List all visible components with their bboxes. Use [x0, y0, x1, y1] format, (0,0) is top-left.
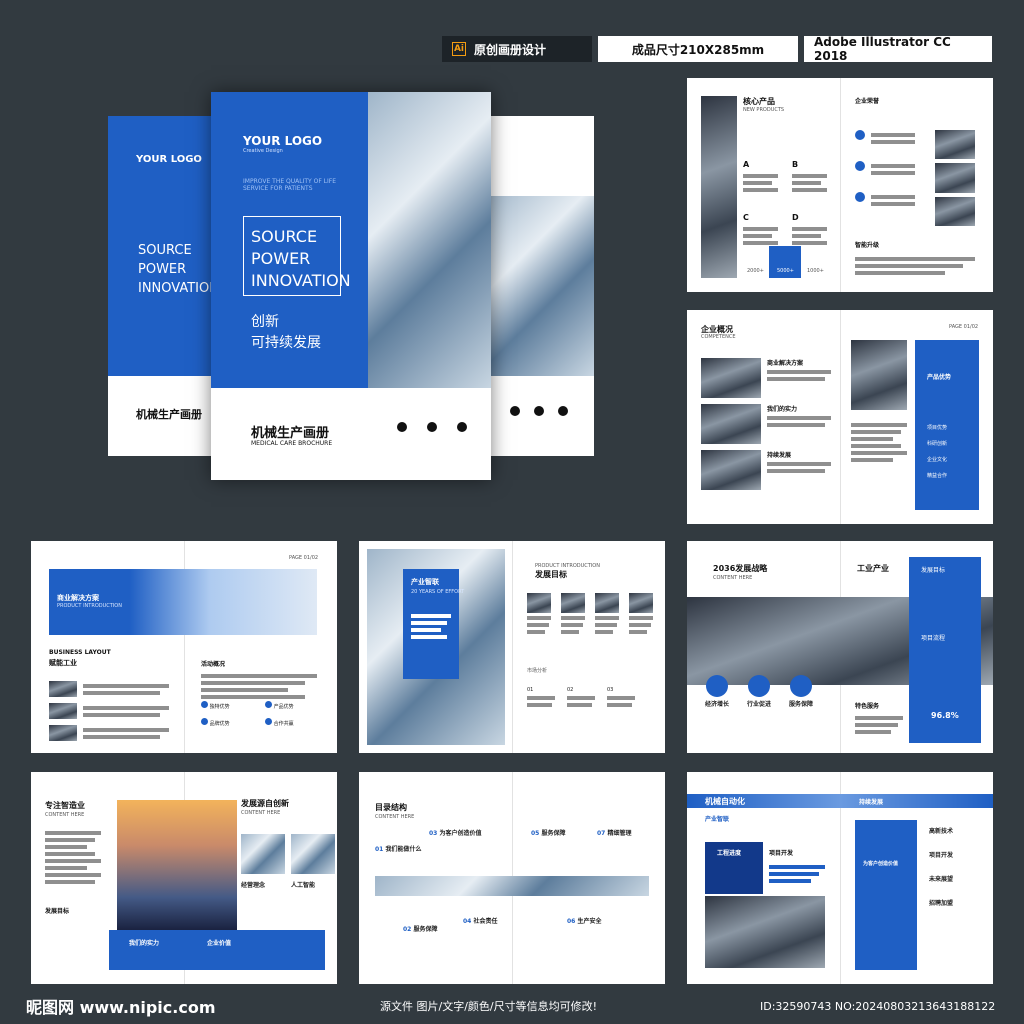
nipic-logo: 昵图网 www.nipic.com: [26, 998, 216, 1017]
factory-photo: [368, 92, 491, 388]
spread-core-products: 核心产品 NEW PRODUCTS A B C D 2000+ 5000+ 10…: [687, 78, 993, 292]
image-id: ID:32590743 NO:20240803213643188122: [760, 999, 996, 1013]
cover-logo: YOUR LOGO: [243, 134, 323, 148]
email-icon: [427, 422, 437, 432]
cover-back-left: YOUR LOGO SOURCE POWER INNOVATION 机械生产画册: [108, 116, 228, 456]
cover-headline-back: SOURCE POWER INNOVATION: [138, 243, 219, 296]
original-design-tag: Ai 原创画册设计: [442, 36, 592, 62]
spread-table-of-contents: 目录结构 CONTENT HERE 01 我们能做什么 02 服务保障 03 为…: [359, 772, 665, 984]
cover-title: 机械生产画册: [251, 426, 330, 441]
software-tag: Adobe Illustrator CC 2018: [804, 35, 992, 63]
spread-smart-manufacturing: 专注智造业 CONTENT HERE 发展目标 发展源自创新 CONTENT H…: [31, 772, 337, 984]
cover-headline: SOURCE POWER INNOVATION: [251, 227, 351, 290]
spread-development-goals: 产业智联 20 YEARS OF EFFORT PRODUCT INTRODUC…: [359, 541, 665, 753]
spread-automation: 机械自动化 持续发展 产业智联 工程进度 项目开发 为客户创造价值 高新技术 项目…: [687, 772, 993, 984]
spread-competence: 企业概况 COMPETENCE PAGE 01/02 商业解决方案 我们的实力 …: [687, 310, 993, 524]
spread-business-layout: PAGE 01/02 商业解决方案 PRODUCT INTRODUCTION B…: [31, 541, 337, 753]
cover-back-right: [480, 116, 594, 456]
cover-front: YOUR LOGO Creative Design IMPROVE THE QU…: [211, 92, 491, 480]
spread-strategy-2036: 2036发展战略 CONTENT HERE 工业产业 发展目标 项目流程 96.…: [687, 541, 993, 753]
phone-icon: [397, 422, 407, 432]
size-tag: 成品尺寸210X285mm: [598, 36, 798, 62]
footer: 昵图网 www.nipic.com 源文件 图片/文字/颜色/尺寸等信息均可修改…: [0, 988, 1024, 1024]
qq-icon: [457, 422, 467, 432]
illustrator-icon: Ai: [452, 42, 466, 56]
editable-note: 源文件 图片/文字/颜色/尺寸等信息均可修改!: [380, 1000, 598, 1013]
